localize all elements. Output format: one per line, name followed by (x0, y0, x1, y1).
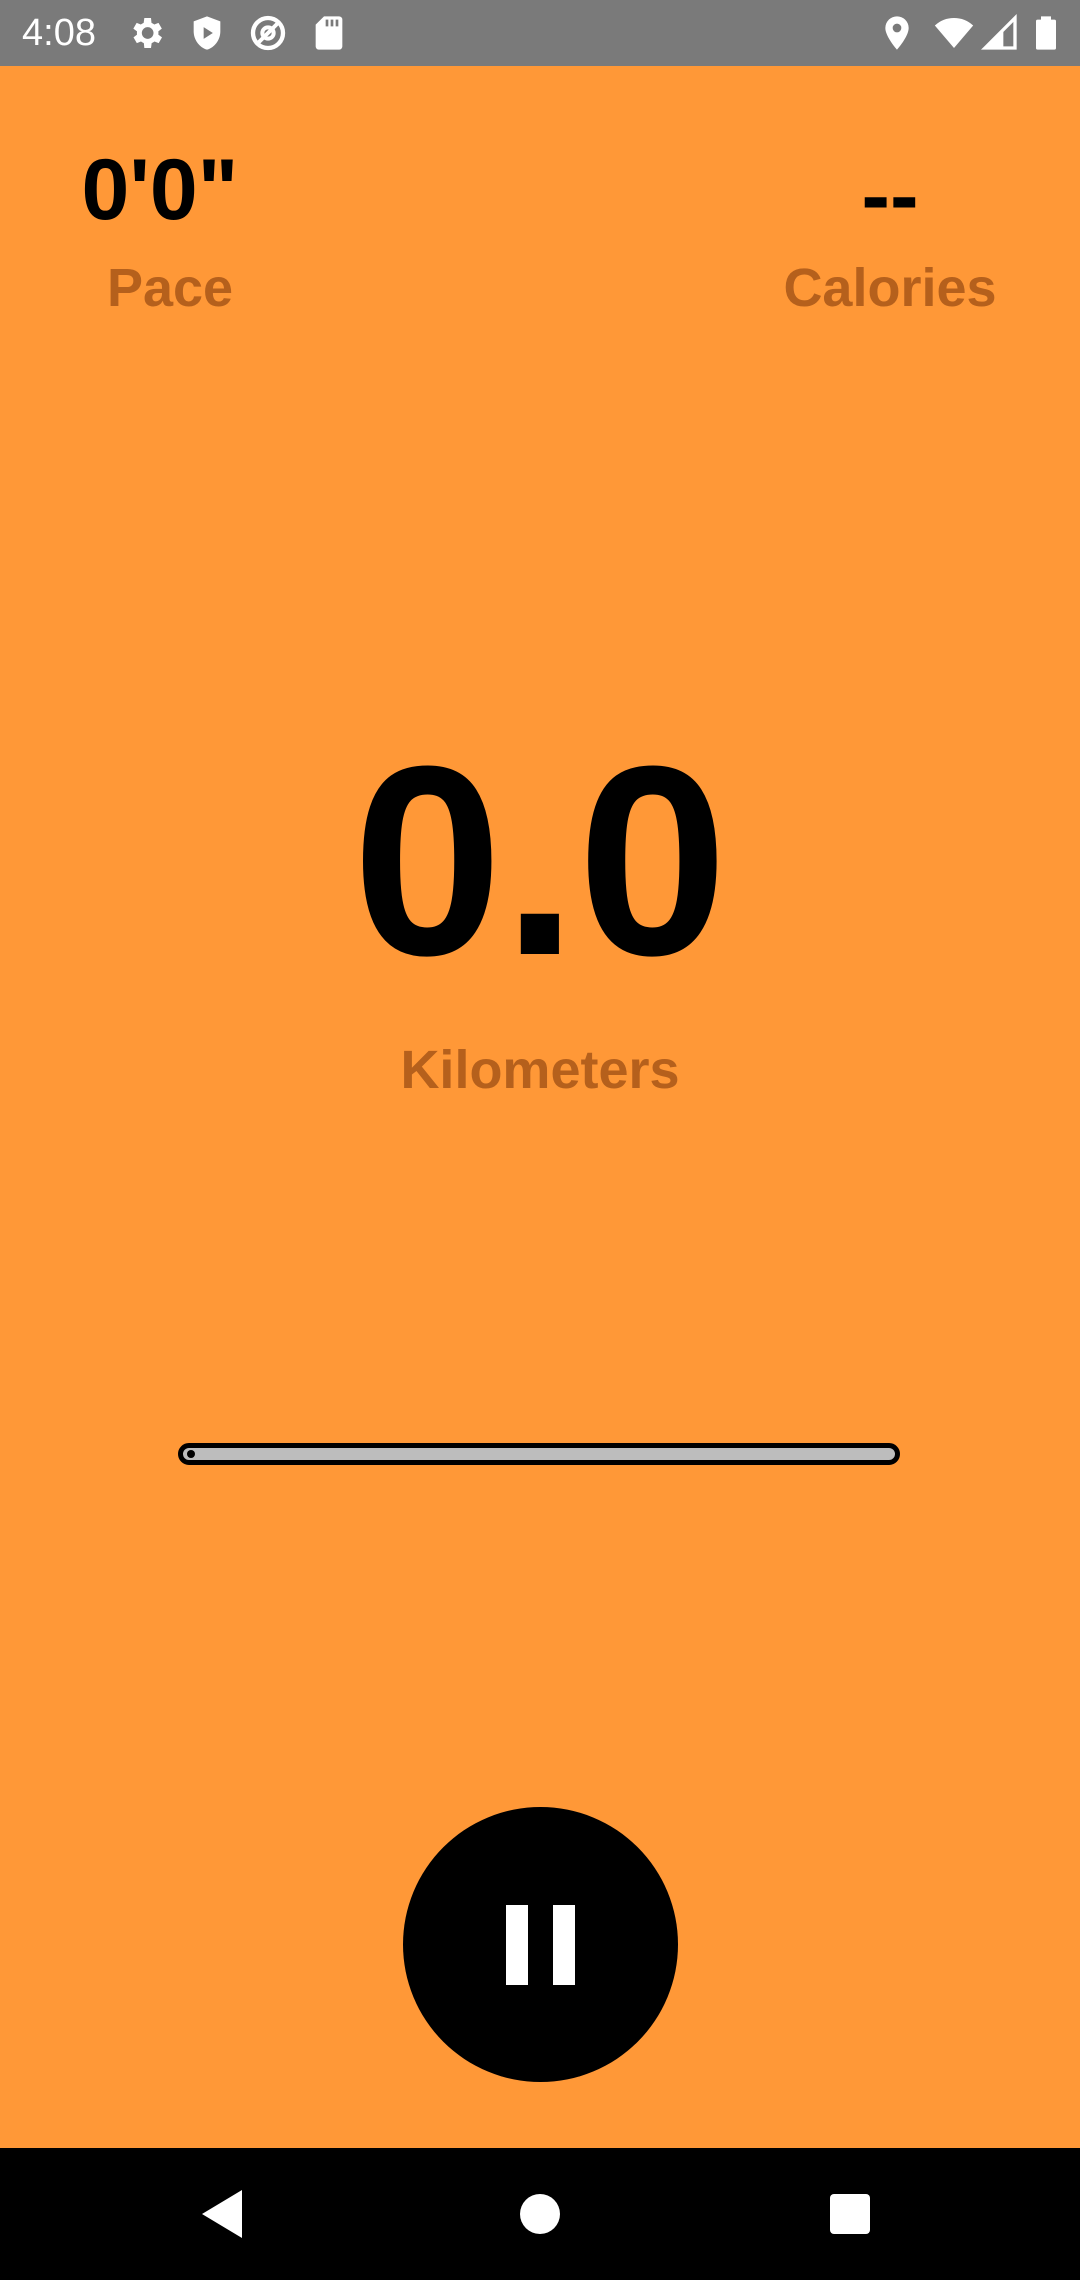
progress-marker (187, 1450, 195, 1458)
pause-button[interactable] (403, 1807, 678, 2082)
run-progress-bar (178, 1443, 900, 1465)
location-icon (877, 13, 917, 53)
sd-card-icon (309, 13, 349, 53)
gear-icon (126, 13, 166, 53)
calories-label: Calories (783, 258, 997, 318)
shield-icon (187, 13, 227, 53)
battery-icon (1026, 13, 1066, 53)
pace-value: 0'0" (81, 142, 239, 238)
back-button[interactable] (186, 2174, 266, 2254)
calories-value: -- (861, 148, 919, 244)
navigation-bar (0, 2148, 1080, 2280)
recents-icon (810, 2174, 890, 2254)
at-sign-icon (248, 13, 288, 53)
distance-label: Kilometers (400, 1040, 680, 1100)
wifi-icon (934, 13, 974, 53)
signal-icon (980, 13, 1020, 53)
recents-button[interactable] (810, 2174, 890, 2254)
distance-value: 0.0 (352, 711, 728, 1012)
back-icon (186, 2174, 266, 2254)
pause-icon-left-bar (506, 1905, 528, 1985)
pace-label: Pace (106, 258, 234, 318)
pause-icon-right-bar (553, 1905, 575, 1985)
home-button[interactable] (500, 2174, 580, 2254)
status-bar: 4:08 (0, 0, 1080, 66)
status-time: 4:08 (22, 12, 96, 54)
home-icon (500, 2174, 580, 2254)
